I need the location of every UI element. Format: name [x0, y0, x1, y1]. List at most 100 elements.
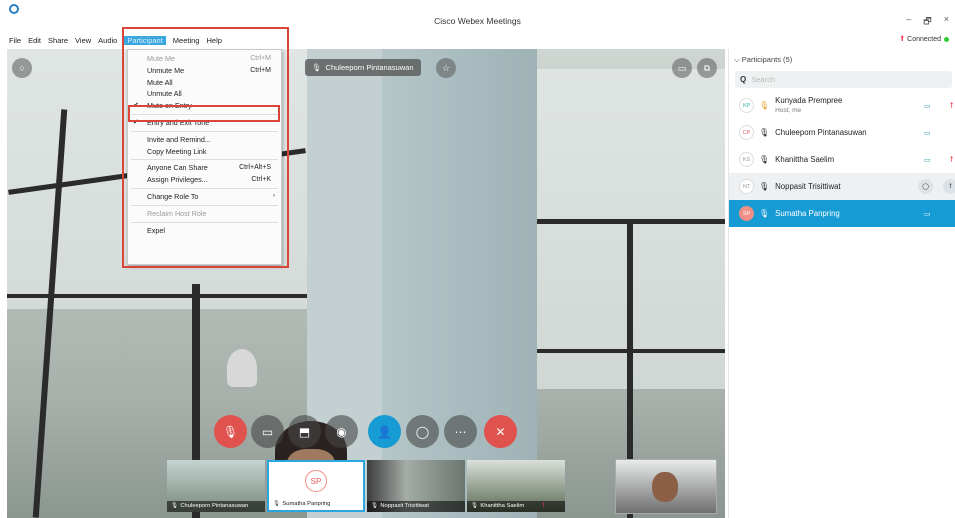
avatar: KS	[739, 152, 754, 167]
close-button[interactable]: ×	[944, 14, 949, 30]
minimize-button[interactable]: –	[906, 14, 911, 30]
signal-icon: ꝉ	[950, 155, 954, 164]
thumbnail-label: 🎙 Noppasit Trisittiwat	[367, 501, 465, 512]
thumbnail-chuleeporn[interactable]: 🎙 Chuleeporn Pintanasuwan	[167, 460, 265, 512]
camera-icon: ▭	[924, 129, 931, 137]
panel-header[interactable]: ⌵ Participants (5)	[729, 49, 955, 71]
microphone-icon: 🎙	[759, 101, 770, 110]
ceiling-lamp	[227, 349, 257, 387]
microphone-icon: 🎙	[312, 63, 322, 72]
thumbnail-label: 🎙 Chuleeporn Pintanasuwan	[167, 501, 265, 512]
signal-icon: ꝉ	[542, 503, 545, 509]
active-speaker-label: 🎙 Chuleeporn Pintanasuwan	[305, 59, 421, 76]
connection-status: ꝉ Connected	[900, 35, 949, 43]
participants-panel: ⌵ Participants (5) Q Search KP 🎙 Kunyada…	[728, 49, 955, 518]
avatar: NT	[739, 179, 754, 194]
thumbnail-name: Chuleeporn Pintanasuwan	[180, 503, 249, 509]
participant-name: Khanittha Saelim	[775, 154, 835, 164]
microphone-icon: 🎙	[371, 503, 379, 509]
avatar: SP	[739, 206, 754, 221]
camera-icon: ▭	[924, 210, 931, 218]
avatar: SP	[305, 470, 327, 492]
camera-icon: ▭	[924, 156, 931, 164]
search-icon: Q	[740, 75, 747, 84]
chat-button[interactable]: ◯	[406, 415, 439, 448]
connection-label: Connected	[907, 35, 941, 43]
thumbnail-khanittha[interactable]: 🎙 Khanittha Saelim ꝉ	[467, 460, 565, 512]
participant-name: Kunyada Prempree	[775, 95, 843, 105]
microphone-icon: 🎙	[759, 128, 770, 137]
restore-button[interactable]: 🗗	[923, 14, 931, 30]
video-button[interactable]: ▭	[251, 415, 284, 448]
participant-name: Chuleeporn Pintanasuwan	[775, 127, 867, 137]
microphone-icon: 🎙	[759, 209, 770, 218]
chat-icon[interactable]: ◯	[918, 179, 933, 194]
microphone-icon: 🎙	[273, 501, 281, 507]
annotation-box-menu	[122, 27, 289, 268]
video-stage	[7, 49, 725, 518]
menu-edit[interactable]: Edit	[28, 36, 41, 45]
participant-name: Noppasit Trisittiwat	[775, 181, 841, 191]
thumbnail-name: Noppasit Trisittiwat	[380, 503, 430, 509]
window-controls: – 🗗 ×	[906, 14, 949, 30]
chat-bubble-icon: ◯	[415, 424, 430, 439]
participant-name-block: Kunyada Prempree Host, me	[775, 96, 842, 116]
video-off-icon: ▭	[261, 424, 274, 439]
participant-row[interactable]: KS 🎙 Khanittha Saelim ▭ ꝉ	[729, 146, 955, 173]
microphone-icon: 🎙	[759, 155, 770, 164]
share-button[interactable]: ⬒	[288, 415, 321, 448]
record-button[interactable]: ◉	[325, 415, 358, 448]
participant-name-block: Sumatha Panpring	[775, 209, 840, 219]
menu-view[interactable]: View	[75, 36, 91, 45]
window-title: Cisco Webex Meetings	[434, 16, 521, 26]
participant-search[interactable]: Q Search	[735, 71, 952, 88]
thumbnail-label: 🎙 Sumatha Panpring	[269, 499, 363, 510]
thumbnail-label: 🎙 Khanittha Saelim ꝉ	[467, 501, 565, 512]
share-icon: ⬒	[298, 424, 311, 439]
more-icon[interactable]: ꝉ	[943, 179, 955, 194]
participant-row[interactable]: KP 🎙 Kunyada Prempree Host, me ▭ ꝉ	[729, 92, 955, 119]
webex-logo-icon	[9, 4, 19, 14]
more-options-button[interactable]: ⋯	[444, 415, 477, 448]
participant-name-block: Chuleeporn Pintanasuwan	[775, 128, 866, 138]
mute-button[interactable]: 🎙	[214, 415, 247, 448]
participant-row[interactable]: CP 🎙 Chuleeporn Pintanasuwan ▭	[729, 119, 955, 146]
thumbnail-name: Khanittha Saelim	[480, 503, 525, 509]
camera-icon: ▭	[924, 102, 931, 110]
chevron-down-icon: ⌵	[734, 55, 740, 64]
participant-name-block: Noppasit Trisittiwat	[775, 182, 840, 192]
panel-title: Participants (5)	[741, 55, 793, 64]
participant-name: Sumatha Panpring	[775, 208, 840, 218]
avatar: KP	[739, 98, 754, 113]
record-icon: ◉	[336, 424, 347, 439]
menu-file[interactable]: File	[9, 36, 21, 45]
thumbnail-name: Sumatha Panpring	[282, 501, 331, 507]
person-icon: 👤	[377, 424, 392, 439]
self-face	[652, 472, 678, 502]
menu-audio[interactable]: Audio	[98, 36, 117, 45]
avatar: CP	[739, 125, 754, 140]
thumbnail-noppasit[interactable]: 🎙 Noppasit Trisittiwat	[367, 460, 465, 512]
signal-icon: ꝉ	[950, 101, 954, 110]
microphone-icon: 🎙	[471, 503, 479, 509]
participant-row-selected[interactable]: SP 🎙 Sumatha Panpring ▭	[729, 200, 955, 227]
popout-button[interactable]: ⧉	[697, 58, 717, 78]
participant-role: Host, me	[775, 106, 802, 114]
layout-toggle-button[interactable]: ▭	[672, 58, 692, 78]
microphone-muted-icon: 🎙	[222, 424, 239, 439]
thumbnail-sumatha[interactable]: SP 🎙 Sumatha Panpring	[267, 460, 365, 512]
connected-dot-icon	[944, 36, 949, 42]
annotation-box-mute-on-entry	[128, 105, 280, 122]
microphone-icon: 🎙	[171, 503, 179, 509]
leave-meeting-button[interactable]: ✕	[484, 415, 517, 448]
participants-button[interactable]: 👤	[368, 415, 401, 448]
lock-speaker-button[interactable]: ☆	[436, 58, 456, 78]
self-view[interactable]	[615, 459, 717, 514]
participant-name-block: Khanittha Saelim	[775, 155, 834, 165]
ellipsis-icon: ⋯	[454, 424, 467, 439]
menu-share[interactable]: Share	[48, 36, 68, 45]
participant-row[interactable]: NT 🎙 Noppasit Trisittiwat ◯ ꝉ	[729, 173, 955, 200]
layout-options-button[interactable]: ○	[12, 58, 32, 78]
search-placeholder: Search	[751, 75, 775, 84]
close-x-icon: ✕	[495, 424, 506, 439]
